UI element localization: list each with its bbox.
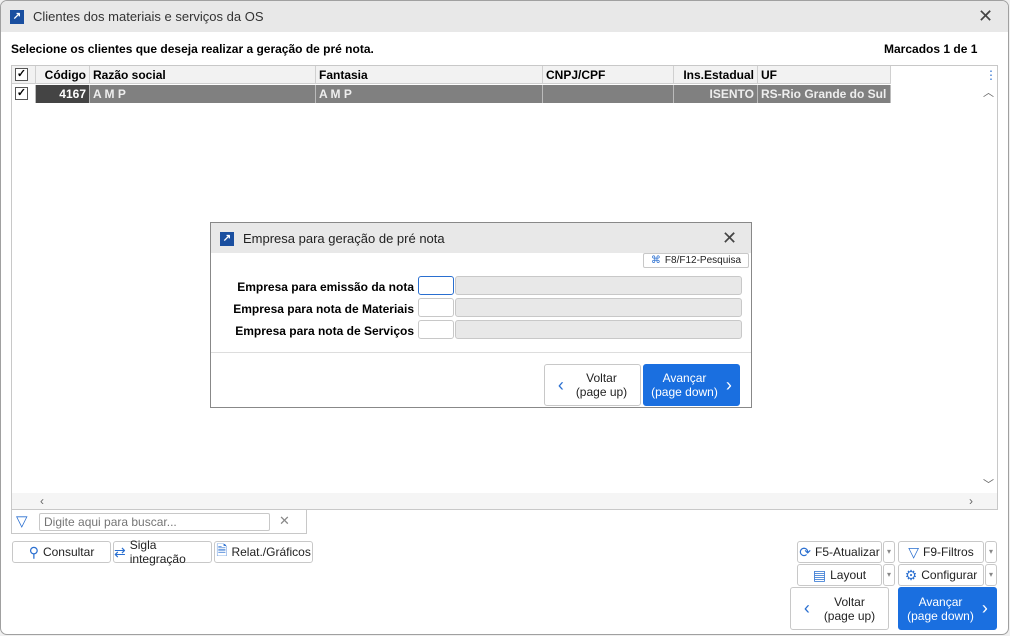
- vertical-scrollbar[interactable]: [981, 493, 997, 509]
- col-cnpj[interactable]: CNPJ/CPF: [543, 66, 674, 84]
- cell-ie: ISENTO: [674, 85, 758, 103]
- avancar-button[interactable]: Avançar (page down) ›: [898, 587, 997, 630]
- pesquisa-button[interactable]: ⌘ F8/F12-Pesquisa: [643, 253, 749, 268]
- binoculars-icon: ⌘: [650, 255, 661, 266]
- column-menu-icon[interactable]: ⋮: [985, 68, 997, 82]
- filter-icon: ▽: [908, 543, 920, 560]
- cell-cnpj: [543, 85, 674, 103]
- scroll-left-icon[interactable]: ‹: [40, 494, 44, 508]
- filtros-button[interactable]: ▽ F9-Filtros: [898, 541, 984, 563]
- scroll-down-icon[interactable]: ﹀: [983, 476, 994, 492]
- clear-search-icon[interactable]: ✕: [279, 513, 290, 529]
- refresh-icon: ⟳: [799, 543, 812, 560]
- emissao-label: Empresa para emissão da nota: [237, 280, 414, 294]
- voltar-button[interactable]: ‹ Voltar (page up): [790, 587, 889, 630]
- marked-count: Marcados 1 de 1: [884, 42, 978, 56]
- materiais-name-field: [455, 298, 742, 317]
- dialog-voltar-button[interactable]: ‹ Voltar (page up): [544, 364, 641, 406]
- sigla-label: Sigla integração: [129, 538, 186, 566]
- dialog-avancar-button[interactable]: Avançar (page down) ›: [643, 364, 740, 406]
- row-check-cell[interactable]: ✓: [12, 85, 36, 103]
- scroll-up-icon[interactable]: ︿: [983, 84, 994, 100]
- sigla-integracao-button[interactable]: ⇄ Sigla integração: [113, 538, 212, 566]
- atualizar-dropdown[interactable]: ▾: [883, 541, 895, 563]
- layout-icon: ▤: [812, 566, 827, 583]
- atualizar-button[interactable]: ⟳ F5-Atualizar: [797, 541, 882, 563]
- relatorios-button[interactable]: 🗎 Relat./Gráficos: [214, 541, 313, 563]
- chevron-right-icon: ›: [725, 374, 732, 395]
- close-icon[interactable]: ✕: [722, 229, 737, 247]
- consultar-label: Consultar: [42, 545, 95, 559]
- cell-fantasia: A M P: [316, 85, 543, 103]
- chevron-left-icon: ‹: [557, 374, 564, 395]
- voltar-label: Voltar: [834, 594, 865, 609]
- col-fantasia[interactable]: Fantasia: [316, 66, 543, 84]
- app-icon: ↗: [220, 232, 234, 246]
- dialog-title-bar: ↗ Empresa para geração de pré nota ✕: [211, 223, 751, 253]
- servicos-label: Empresa para nota de Serviços: [235, 324, 414, 338]
- dialog-avancar-label: Avançar: [662, 371, 707, 385]
- empresa-dialog: ↗ Empresa para geração de pré nota ✕ ⌘ F8…: [210, 222, 752, 408]
- configurar-label: Configurar: [921, 568, 978, 582]
- layout-dropdown[interactable]: ▾: [883, 564, 895, 586]
- cell-razao: A M P: [90, 85, 316, 103]
- servicos-code-input[interactable]: [418, 320, 454, 339]
- instruction-text: Selecione os clientes que deseja realiza…: [11, 42, 374, 56]
- select-all-checkbox[interactable]: ✓: [15, 68, 28, 81]
- dialog-voltar-sub: (page up): [575, 385, 628, 399]
- dialog-voltar-label: Voltar: [586, 371, 617, 385]
- emissao-code-input[interactable]: [418, 276, 454, 295]
- filtros-dropdown[interactable]: ▾: [985, 541, 997, 563]
- search-input[interactable]: [39, 513, 270, 531]
- document-icon: 🗎: [216, 542, 228, 558]
- col-codigo[interactable]: Código: [36, 66, 90, 84]
- voltar-sub: (page up): [823, 608, 876, 623]
- title-bar: ↗ Clientes dos materiais e serviços da O…: [1, 1, 1008, 32]
- avancar-label: Avançar: [918, 594, 963, 609]
- col-razao[interactable]: Razão social: [90, 66, 316, 84]
- materiais-label: Empresa para nota de Materiais: [233, 302, 414, 316]
- divider: [211, 352, 751, 353]
- col-uf[interactable]: UF: [758, 66, 891, 84]
- app-icon: ↗: [10, 10, 24, 24]
- atualizar-label: F5-Atualizar: [815, 545, 880, 559]
- dialog-title: Empresa para geração de pré nota: [243, 231, 445, 246]
- relat-label: Relat./Gráficos: [231, 545, 311, 559]
- emissao-name-field: [455, 276, 742, 295]
- search-icon: ⚲: [28, 543, 39, 560]
- window-title: Clientes dos materiais e serviços da OS: [33, 9, 264, 24]
- swap-icon: ⇄: [114, 543, 126, 560]
- search-bar: ▽ ✕: [11, 510, 307, 534]
- configurar-button[interactable]: ⚙ Configurar: [898, 564, 984, 586]
- chevron-right-icon: ›: [981, 598, 988, 618]
- pesquisa-label: F8/F12-Pesquisa: [664, 255, 742, 266]
- avancar-sub: (page down): [907, 608, 974, 623]
- layout-label: Layout: [830, 568, 867, 582]
- row-checkbox[interactable]: ✓: [15, 87, 28, 100]
- sliders-icon: ⚙: [904, 566, 918, 583]
- scroll-right-icon[interactable]: ›: [969, 494, 973, 508]
- servicos-name-field: [455, 320, 742, 339]
- dialog-avancar-sub: (page down): [651, 385, 718, 399]
- chevron-left-icon: ‹: [803, 598, 810, 618]
- consultar-button[interactable]: ⚲ Consultar: [12, 541, 111, 563]
- configurar-dropdown[interactable]: ▾: [985, 564, 997, 586]
- filtros-label: F9-Filtros: [923, 545, 974, 559]
- close-icon[interactable]: ✕: [978, 7, 993, 25]
- col-ie[interactable]: Ins.Estadual: [674, 66, 758, 84]
- horizontal-scrollbar[interactable]: [12, 493, 981, 509]
- filter-icon[interactable]: ▽: [16, 512, 28, 530]
- cell-codigo: 4167: [36, 85, 90, 103]
- materiais-code-input[interactable]: [418, 298, 454, 317]
- cell-uf: RS-Rio Grande do Sul: [758, 85, 891, 103]
- layout-button[interactable]: ▤ Layout: [797, 564, 882, 586]
- select-all-cell[interactable]: ✓: [12, 66, 36, 84]
